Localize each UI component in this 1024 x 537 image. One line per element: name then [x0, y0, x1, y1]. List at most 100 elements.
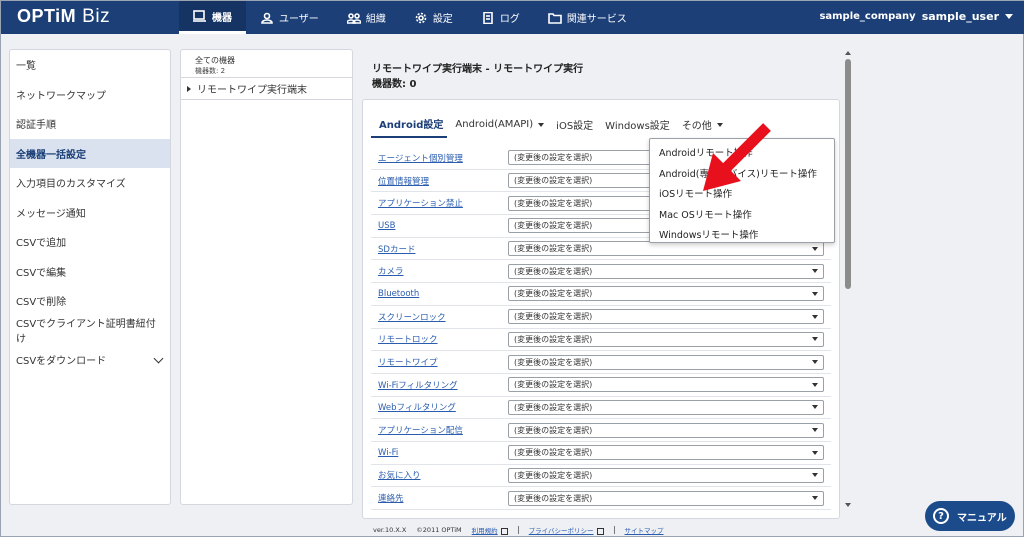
settings-row: Bluetooth (変更後の設定を選択): [371, 283, 831, 306]
sidebar-item-label: 全機器一括設定: [16, 149, 86, 161]
setting-link[interactable]: USB: [371, 221, 508, 231]
nav-label: ユーザー: [279, 14, 319, 25]
setting-link[interactable]: アプリケーション配信: [371, 424, 508, 436]
sidebar-item-customize-fields[interactable]: 入力項目のカスタマイズ: [10, 168, 170, 198]
select-value: (変更後の設定を選択): [514, 312, 593, 322]
setting-select[interactable]: (変更後の設定を選択): [508, 263, 824, 279]
sitemap-link[interactable]: サイトマップ: [625, 525, 664, 535]
sidebar-item-csv-delete[interactable]: CSVで削除: [10, 286, 170, 316]
setting-select[interactable]: (変更後の設定を選択): [508, 309, 824, 325]
nav-related-services[interactable]: 関連サービス: [534, 1, 641, 34]
sidebar-item-csv-edit[interactable]: CSVで編集: [10, 257, 170, 287]
device-icon: [193, 10, 206, 22]
setting-select[interactable]: (変更後の設定を選択): [508, 490, 824, 506]
tab-ios[interactable]: iOS設定: [548, 116, 597, 138]
sidebar: 一覧 ネットワークマップ 認証手順 全機器一括設定 入力項目のカスタマイズ メッ…: [9, 49, 171, 505]
setting-link[interactable]: リモートワイプ: [371, 356, 508, 368]
sidebar-item-auth-procedure[interactable]: 認証手順: [10, 109, 170, 139]
select-value: (変更後の設定を選択): [514, 334, 593, 344]
select-value: (変更後の設定を選択): [514, 493, 593, 503]
setting-link[interactable]: SDカード: [371, 243, 508, 255]
chevron-down-icon: [812, 450, 818, 455]
sidebar-item-label: CSVで追加: [16, 238, 67, 250]
chevron-down-icon: [812, 314, 818, 319]
sidebar-item-label: ネットワークマップ: [16, 90, 106, 102]
nav-devices[interactable]: 機器: [179, 1, 246, 34]
setting-select[interactable]: (変更後の設定を選択): [508, 331, 824, 347]
settings-row: リモートワイプ (変更後の設定を選択): [371, 351, 831, 374]
setting-link[interactable]: Bluetooth: [371, 289, 508, 299]
tab-android[interactable]: Android設定: [371, 116, 448, 138]
page-scrollbar[interactable]: [843, 49, 853, 507]
sidebar-item-label: CSVで編集: [16, 267, 67, 279]
tab-android-amapi[interactable]: Android(AMAPI): [447, 116, 548, 138]
setting-link[interactable]: エージェント個別管理: [371, 152, 508, 164]
optim-biz-logo[interactable]: OPTiM Biz: [17, 6, 110, 28]
setting-link[interactable]: Wi-Fi: [371, 448, 508, 458]
menu-item-windows-remote[interactable]: Windowsリモート操作: [650, 224, 834, 245]
select-value: (変更後の設定を選択): [514, 153, 593, 163]
manual-button[interactable]: ? マニュアル: [925, 501, 1015, 531]
sidebar-item-label: 入力項目のカスタマイズ: [16, 179, 126, 191]
setting-link[interactable]: カメラ: [371, 265, 508, 277]
device-count: 機器数: 0: [372, 79, 417, 90]
help-icon: ?: [933, 508, 949, 524]
chevron-down-icon: [1005, 14, 1013, 19]
settings-row: リモートロック (変更後の設定を選択): [371, 329, 831, 352]
setting-link[interactable]: 連絡先: [371, 492, 508, 504]
setting-select[interactable]: (変更後の設定を選択): [508, 467, 824, 483]
setting-select[interactable]: (変更後の設定を選択): [508, 422, 824, 438]
setting-link[interactable]: お気に入り: [371, 469, 508, 481]
setting-link[interactable]: Webフィルタリング: [371, 401, 508, 413]
setting-link[interactable]: リモートロック: [371, 333, 508, 345]
menu-item-macos-remote[interactable]: Mac OSリモート操作: [650, 204, 834, 225]
terms-link[interactable]: 利用規約: [472, 527, 498, 535]
nav-users[interactable]: ユーザー: [246, 1, 333, 34]
chevron-down-icon: [812, 496, 818, 501]
setting-link[interactable]: スクリーンロック: [371, 311, 508, 323]
nav-label: 関連サービス: [566, 14, 627, 25]
page-title: リモートワイプ実行端末 - リモートワイプ実行: [372, 64, 584, 75]
scroll-thumb[interactable]: [845, 59, 851, 289]
nav-log[interactable]: ログ: [467, 1, 534, 34]
settings-row: Wi-Fiフィルタリング (変更後の設定を選択): [371, 374, 831, 397]
nav-settings[interactable]: 設定: [400, 1, 467, 34]
main-nav: 機器 ユーザー 組織 設定 ログ 関連サービス: [179, 1, 641, 34]
sidebar-item-label: CSVで削除: [16, 297, 67, 309]
scroll-down-icon[interactable]: [845, 503, 851, 507]
settings-row: お気に入り (変更後の設定を選択): [371, 465, 831, 488]
sidebar-item-csv-cert[interactable]: CSVでクライアント証明書紐付け: [10, 316, 170, 345]
chevron-down-icon: [812, 473, 818, 478]
chevron-down-icon: [812, 337, 818, 342]
tree-node-remote-wipe[interactable]: リモートワイプ実行端末: [181, 78, 352, 100]
sidebar-item-network-map[interactable]: ネットワークマップ: [10, 80, 170, 110]
tree-node-label: リモートワイプ実行端末: [197, 85, 307, 96]
tab-windows[interactable]: Windows設定: [597, 116, 674, 138]
sidebar-item-message-notify[interactable]: メッセージ通知: [10, 198, 170, 228]
setting-select[interactable]: (変更後の設定を選択): [508, 354, 824, 370]
setting-select[interactable]: (変更後の設定を選択): [508, 377, 824, 393]
setting-link[interactable]: アプリケーション禁止: [371, 197, 508, 209]
sidebar-item-csv-add[interactable]: CSVで追加: [10, 227, 170, 257]
manual-button-label: マニュアル: [957, 512, 1007, 524]
setting-select[interactable]: (変更後の設定を選択): [508, 445, 824, 461]
privacy-link[interactable]: プライバシーポリシー: [529, 527, 594, 535]
chevron-down-icon: [812, 291, 818, 296]
sidebar-item-label: メッセージ通知: [16, 208, 86, 220]
logo-product: Biz: [82, 6, 111, 27]
sidebar-item-bulk-settings[interactable]: 全機器一括設定: [10, 138, 170, 168]
setting-select[interactable]: (変更後の設定を選択): [508, 286, 824, 302]
scroll-up-icon[interactable]: [845, 51, 851, 55]
setting-select[interactable]: (変更後の設定を選択): [508, 399, 824, 415]
tree-root-all-devices[interactable]: 全ての機器 機器数: 2: [181, 50, 352, 78]
footer: ver.10.X.X ©2011 OPTiM 利用規約 プライバシーポリシー サ…: [373, 525, 664, 535]
nav-organization[interactable]: 組織: [333, 1, 400, 34]
setting-link[interactable]: 位置情報管理: [371, 175, 508, 187]
setting-link[interactable]: Wi-Fiフィルタリング: [371, 379, 508, 391]
select-value: (変更後の設定を選択): [514, 380, 593, 390]
sidebar-item-csv-download[interactable]: CSVをダウンロード: [10, 345, 170, 375]
user-name: sample_user: [921, 10, 999, 23]
sidebar-item-list[interactable]: 一覧: [10, 50, 170, 80]
log-icon: [483, 11, 493, 24]
account-menu[interactable]: sample_company sample_user: [819, 10, 1013, 23]
